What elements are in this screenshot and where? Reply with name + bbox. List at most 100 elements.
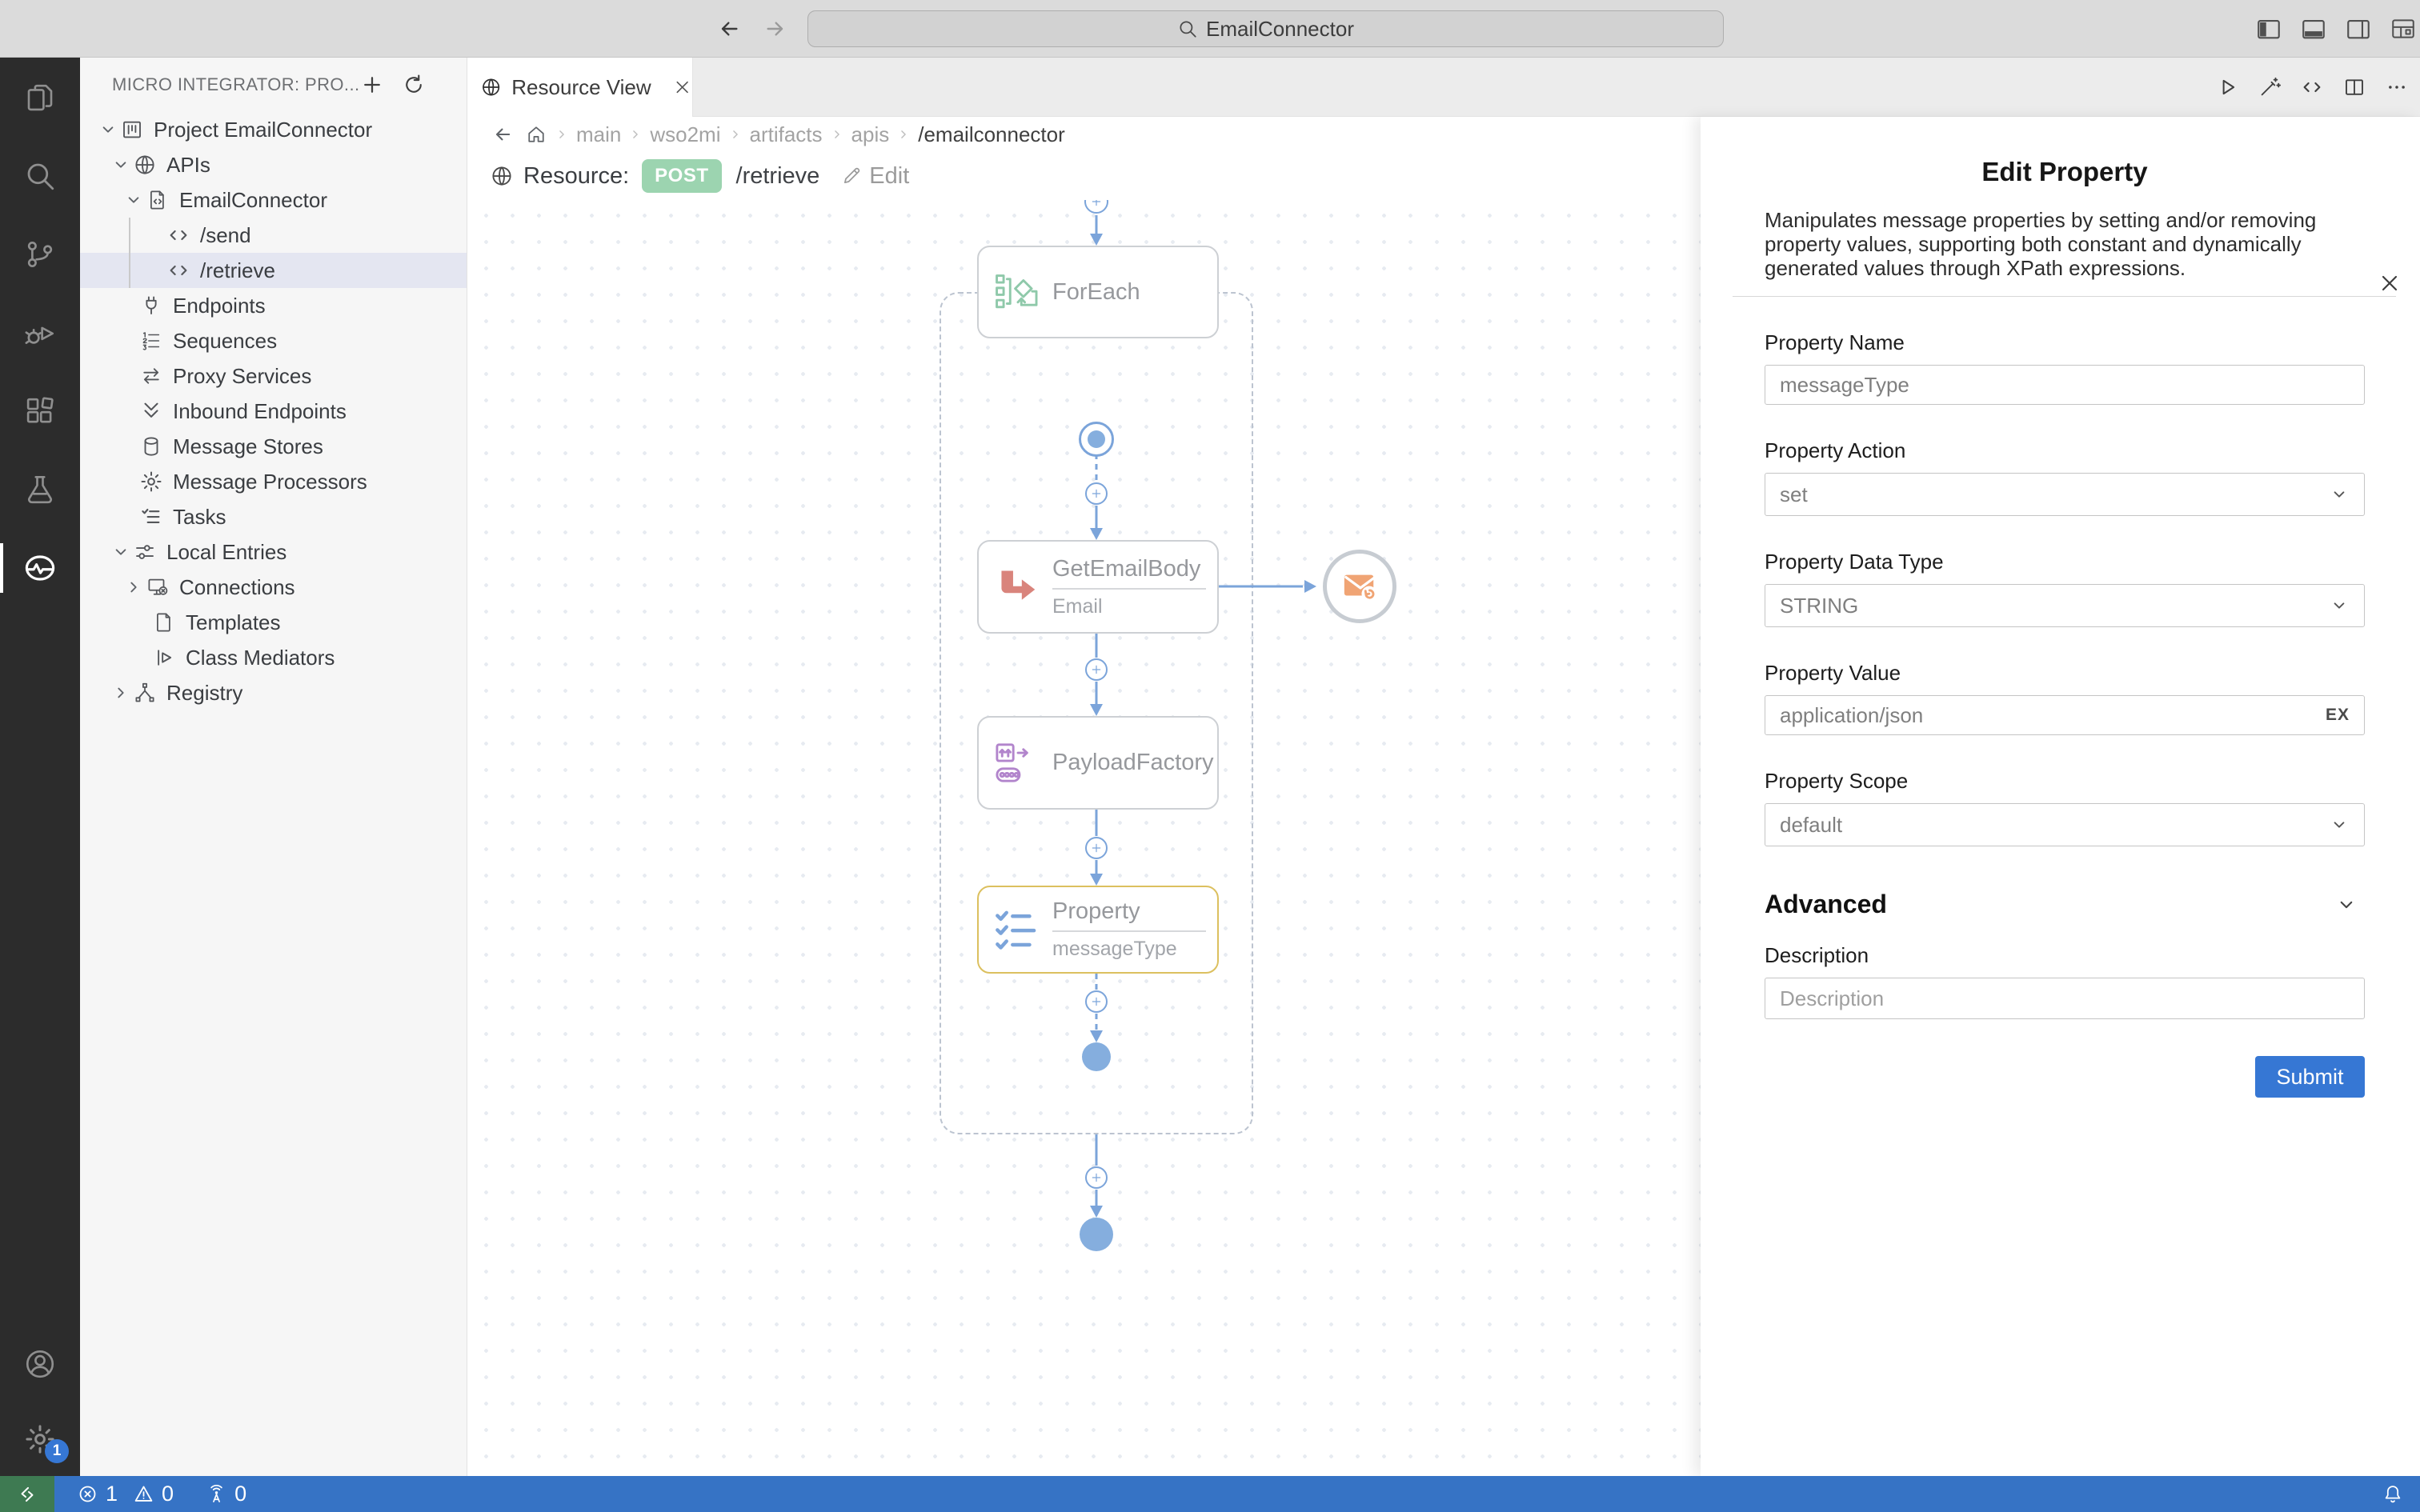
activity-item-source-control[interactable] bbox=[0, 237, 80, 272]
processor-icon bbox=[139, 470, 163, 494]
breadcrumb-item[interactable]: main bbox=[576, 122, 621, 147]
tree-item-local-entries[interactable]: Local Entries bbox=[80, 534, 467, 570]
tree-item-endpoints[interactable]: Endpoints bbox=[80, 288, 467, 323]
tab-resource-view[interactable]: Resource View bbox=[467, 58, 693, 117]
tree-item-message-processors[interactable]: Message Processors bbox=[80, 464, 467, 499]
tree-item-apis[interactable]: APIs bbox=[80, 147, 467, 182]
property-name-input[interactable] bbox=[1780, 373, 2350, 398]
toggle-sidebar-icon[interactable] bbox=[2255, 15, 2282, 42]
remote-indicator[interactable] bbox=[0, 1476, 54, 1512]
command-search-input[interactable]: EmailConnector bbox=[807, 10, 1724, 47]
tree-item-inbound-endpoints[interactable]: Inbound Endpoints bbox=[80, 394, 467, 429]
close-tab-icon[interactable] bbox=[672, 77, 692, 98]
problems-indicator[interactable]: 1 0 bbox=[77, 1482, 174, 1506]
tree-item-emailconnector[interactable]: EmailConnector bbox=[80, 182, 467, 218]
tree-item-class-mediators[interactable]: Class Mediators bbox=[80, 640, 467, 675]
chevron-right-icon[interactable] bbox=[110, 682, 131, 703]
ai-wand-icon[interactable] bbox=[2258, 75, 2282, 99]
chevron-right-icon[interactable] bbox=[123, 577, 144, 598]
tree-item-connections[interactable]: Connections bbox=[80, 570, 467, 605]
forward-arrow-icon[interactable] bbox=[763, 16, 788, 42]
api-file-icon bbox=[146, 188, 170, 212]
breadcrumb: main wso2mi artifacts apis/emailconnector bbox=[467, 117, 1701, 152]
chevron-down-icon[interactable] bbox=[98, 119, 118, 140]
expression-badge[interactable]: EX bbox=[2326, 706, 2350, 725]
property-node[interactable]: Property messageType bbox=[977, 886, 1219, 974]
source-control-icon bbox=[23, 238, 57, 271]
activity-item-explorer[interactable] bbox=[0, 80, 80, 115]
close-panel-icon[interactable] bbox=[2377, 270, 2402, 296]
tree-item-templates[interactable]: Templates bbox=[80, 605, 467, 640]
property-value-input[interactable] bbox=[1780, 703, 2326, 728]
breadcrumb-item[interactable]: wso2mi bbox=[650, 122, 720, 147]
get-email-body-node[interactable]: GetEmailBody Email bbox=[977, 540, 1219, 634]
add-mediator-button[interactable] bbox=[1085, 482, 1108, 505]
foreach-node[interactable]: ForEach bbox=[977, 246, 1219, 338]
tree-item-label: Registry bbox=[166, 681, 242, 706]
flow-end-node[interactable] bbox=[1080, 1218, 1113, 1251]
breadcrumb-item[interactable]: apis bbox=[851, 122, 890, 147]
chevron-right-icon bbox=[627, 126, 643, 142]
chevron-down-icon[interactable] bbox=[110, 542, 131, 562]
activity-item-run-and-debug[interactable] bbox=[0, 315, 80, 350]
tree-item-label: /retrieve bbox=[200, 258, 275, 283]
refresh-icon[interactable] bbox=[402, 73, 426, 97]
toggle-panel-icon[interactable] bbox=[2300, 15, 2327, 42]
breadcrumb-back-icon[interactable] bbox=[491, 123, 514, 146]
error-count: 1 bbox=[106, 1482, 118, 1506]
chevron-down-icon bbox=[2334, 893, 2358, 917]
activity-item-extensions[interactable] bbox=[0, 394, 80, 429]
edit-resource-button[interactable]: Edit bbox=[840, 163, 909, 190]
chevron-right-icon bbox=[554, 126, 570, 142]
breadcrumb-item[interactable]: artifacts bbox=[750, 122, 823, 147]
activity-item-search[interactable] bbox=[0, 158, 80, 194]
tree-item-label: Message Processors bbox=[173, 470, 367, 494]
project-tree: Project EmailConnectorAPIsEmailConnector… bbox=[80, 112, 467, 710]
split-editor-icon[interactable] bbox=[2342, 75, 2366, 99]
tree-item-project-emailconnector[interactable]: Project EmailConnector bbox=[80, 112, 467, 147]
sequence-end-node[interactable] bbox=[1082, 1042, 1111, 1071]
tree-item-message-stores[interactable]: Message Stores bbox=[80, 429, 467, 464]
home-icon[interactable] bbox=[525, 123, 547, 146]
tree-item-registry[interactable]: Registry bbox=[80, 675, 467, 710]
toggle-secondary-sidebar-icon[interactable] bbox=[2345, 15, 2372, 42]
add-mediator-button[interactable] bbox=[1085, 990, 1108, 1013]
tree-item-proxy-services[interactable]: Proxy Services bbox=[80, 358, 467, 394]
run-icon[interactable] bbox=[2215, 75, 2239, 99]
breadcrumb-item[interactable]: /emailconnector bbox=[918, 122, 1065, 147]
activity-item-settings[interactable]: 1 bbox=[0, 1422, 80, 1457]
advanced-section-toggle[interactable]: Advanced bbox=[1765, 890, 2365, 919]
pencil-icon bbox=[840, 165, 863, 187]
add-mediator-button[interactable] bbox=[1085, 658, 1108, 681]
description-input[interactable] bbox=[1780, 986, 2350, 1011]
add-mediator-button[interactable] bbox=[1085, 1166, 1108, 1189]
ports-indicator[interactable]: 0 bbox=[206, 1482, 246, 1506]
back-arrow-icon[interactable] bbox=[716, 16, 742, 42]
submit-button[interactable]: Submit bbox=[2255, 1056, 2365, 1098]
show-source-icon[interactable] bbox=[2300, 75, 2324, 99]
sequence-start-node[interactable] bbox=[1079, 422, 1114, 457]
add-project-icon[interactable] bbox=[360, 73, 384, 97]
add-mediator-button[interactable] bbox=[1085, 837, 1108, 859]
tree-item-send[interactable]: /send bbox=[80, 218, 467, 253]
customize-layout-icon[interactable] bbox=[2390, 15, 2417, 42]
chevron-down-icon[interactable] bbox=[123, 190, 144, 210]
tree-item-tasks[interactable]: Tasks bbox=[80, 499, 467, 534]
flow-canvas[interactable]: ForEach GetEmailBody Email PayloadFactor… bbox=[467, 200, 1701, 1476]
activity-item-testing[interactable] bbox=[0, 472, 80, 507]
add-mediator-top-button[interactable] bbox=[1084, 200, 1108, 214]
email-connection-node[interactable] bbox=[1323, 550, 1396, 623]
tree-item-retrieve[interactable]: /retrieve bbox=[80, 253, 467, 288]
chevron-down-icon[interactable] bbox=[110, 154, 131, 175]
chevron-down-icon bbox=[2329, 595, 2350, 616]
tree-item-sequences[interactable]: Sequences bbox=[80, 323, 467, 358]
property-scope-select[interactable]: default bbox=[1765, 803, 2365, 846]
more-actions-icon[interactable] bbox=[2385, 75, 2409, 99]
activity-item-micro-integrator[interactable] bbox=[0, 550, 80, 586]
notifications-bell-icon[interactable] bbox=[2382, 1483, 2404, 1506]
payload-factory-node[interactable]: PayloadFactory bbox=[977, 716, 1219, 810]
property-action-select[interactable]: set bbox=[1765, 473, 2365, 516]
activity-item-accounts[interactable] bbox=[0, 1346, 80, 1382]
property-data-type-select[interactable]: STRING bbox=[1765, 584, 2365, 627]
chevron-right-icon bbox=[895, 126, 912, 142]
